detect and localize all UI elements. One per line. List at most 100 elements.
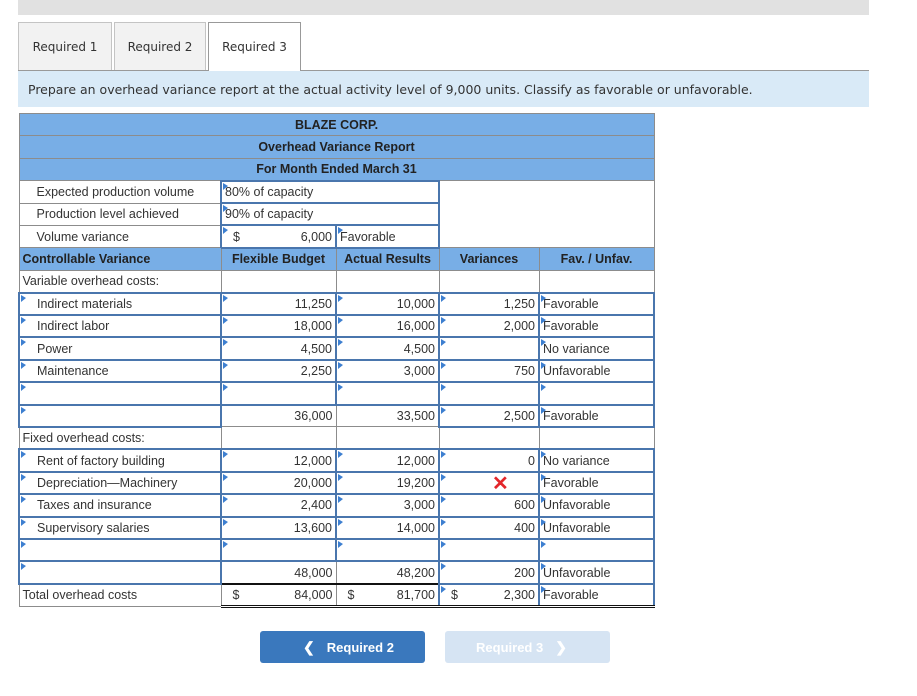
actual-results-input[interactable]: 3,000: [335, 358, 440, 384]
variance-input[interactable]: 2,500: [438, 403, 540, 428]
line-label-input[interactable]: Depreciation—Machinery: [18, 470, 222, 496]
flexible-budget-input[interactable]: 18,000: [220, 313, 337, 339]
variance-input[interactable]: 600: [438, 493, 540, 518]
table-row: Indirect labor 18,000 16,000 2,000 Favorable: [18, 313, 655, 339]
variance-input[interactable]: ✕: [438, 470, 540, 496]
fav-unfav-input[interactable]: No variance: [538, 336, 655, 361]
line-label-input[interactable]: Rent of factory building: [18, 448, 222, 473]
flexible-budget-input: 48,000: [220, 560, 337, 585]
section-controllable-variance: Controllable Variance: [18, 247, 222, 271]
expected-volume-input[interactable]: 80% of capacity: [220, 179, 440, 205]
flexible-budget-input[interactable]: 2,250: [220, 358, 337, 384]
fav-unfav-input[interactable]: Favorable: [538, 313, 655, 339]
volume-variance-amount-input[interactable]: $6,000: [220, 224, 337, 249]
line-label-input[interactable]: Supervisory salaries: [18, 515, 222, 540]
flexible-budget-input[interactable]: [220, 381, 337, 406]
actual-results-input[interactable]: 16,000: [335, 313, 440, 339]
actual-results-input[interactable]: 14,000: [335, 515, 440, 540]
blank-area: [438, 180, 655, 248]
variable-total-row: 36,000 33,500 2,500 Favorable: [18, 403, 655, 428]
achieved-level-label: Production level achieved: [18, 202, 222, 226]
table-row: Supervisory salaries 13,600 14,000 400 Unfav…: [18, 515, 655, 540]
column-actual-results: Actual Results: [335, 247, 440, 271]
previous-required-2-button[interactable]: ❮ Required 2: [260, 631, 425, 663]
variance-input[interactable]: [438, 336, 540, 361]
fav-unfav-input[interactable]: Unfavorable: [538, 515, 655, 540]
previous-button-label: Required 2: [326, 639, 394, 655]
variance-input[interactable]: 200: [438, 560, 540, 585]
table-row: [18, 537, 655, 563]
empty-cell: [538, 426, 655, 450]
amount: 81,700: [396, 587, 435, 602]
empty-cell: [538, 269, 655, 294]
variance-input[interactable]: 750: [438, 358, 540, 384]
volume-variance-class-input[interactable]: Favorable: [335, 224, 440, 249]
variance-input[interactable]: [438, 537, 540, 563]
variance-input[interactable]: 2,000: [438, 313, 540, 339]
line-label-input[interactable]: [18, 560, 222, 585]
fav-unfav-input[interactable]: No variance: [538, 448, 655, 473]
actual-results-input[interactable]: 4,500: [335, 336, 440, 361]
flexible-budget-input[interactable]: 2,400: [220, 493, 337, 518]
flexible-budget-input[interactable]: 12,000: [220, 448, 337, 473]
flexible-budget-input[interactable]: 11,250: [220, 291, 337, 317]
actual-results-input[interactable]: 3,000: [335, 493, 440, 518]
actual-results-input[interactable]: 10,000: [335, 291, 440, 317]
line-label-input[interactable]: [18, 381, 222, 406]
tab-required-3[interactable]: Required 3: [208, 22, 301, 71]
variance-input[interactable]: 400: [438, 515, 540, 540]
fixed-costs-heading-row: Fixed overhead costs:: [18, 425, 655, 450]
fav-unfav-input[interactable]: Unfavorable: [538, 358, 655, 384]
line-label-input[interactable]: [18, 403, 222, 428]
variance-input[interactable]: 0: [438, 448, 540, 473]
variance-input[interactable]: 1,250: [438, 291, 540, 317]
table-row: Rent of factory building 12,000 12,000 0 No …: [18, 448, 655, 473]
empty-cell: [335, 426, 440, 450]
flexible-budget-input[interactable]: 20,000: [220, 470, 337, 496]
next-button-label: Required 3: [476, 639, 544, 655]
achieved-level-input[interactable]: 90% of capacity: [220, 202, 440, 227]
fav-unfav-input[interactable]: Favorable: [538, 291, 655, 317]
currency-symbol: $: [232, 587, 240, 602]
total-variance-input[interactable]: $2,300: [438, 582, 540, 608]
tab-required-1[interactable]: Required 1: [18, 22, 112, 70]
empty-cell: [438, 269, 540, 294]
chevron-left-icon: ❮: [303, 638, 315, 655]
currency-symbol: $: [451, 587, 458, 602]
flexible-budget-input: 36,000: [220, 403, 337, 428]
line-label-input[interactable]: Indirect materials: [18, 291, 222, 317]
actual-results-input[interactable]: [335, 381, 440, 406]
total-fav-unfav-input[interactable]: Favorable: [538, 582, 655, 608]
flexible-budget-input[interactable]: 4,500: [220, 336, 337, 361]
tab-required-2[interactable]: Required 2: [114, 22, 206, 70]
variance-input[interactable]: [438, 381, 540, 406]
top-bar: [18, 0, 869, 15]
report-title: Overhead Variance Report: [18, 135, 655, 159]
actual-results-input[interactable]: 12,000: [335, 448, 440, 473]
company-name: BLAZE CORP.: [18, 112, 655, 137]
empty-cell: [438, 426, 540, 450]
fav-unfav-input[interactable]: Favorable: [538, 470, 655, 496]
flexible-budget-input[interactable]: 13,600: [220, 515, 337, 540]
fav-unfav-input[interactable]: Unfavorable: [538, 560, 655, 585]
fav-unfav-input[interactable]: Favorable: [538, 403, 655, 428]
line-label-input[interactable]: [18, 537, 222, 563]
line-label-input[interactable]: Indirect labor: [18, 313, 222, 339]
table-row: Taxes and insurance 2,400 3,000 600 Unfavora…: [18, 493, 655, 518]
actual-results-input[interactable]: [335, 537, 440, 563]
volume-variance-label: Volume variance: [18, 224, 222, 249]
flexible-budget-input[interactable]: [220, 537, 337, 563]
fav-unfav-input[interactable]: Unfavorable: [538, 493, 655, 518]
actual-results-input[interactable]: 19,200: [335, 470, 440, 496]
line-label-input[interactable]: Power: [18, 336, 222, 361]
tab-bar: Required 1 Required 2 Required 3: [18, 22, 303, 71]
fav-unfav-input[interactable]: [538, 381, 655, 406]
next-required-3-button[interactable]: Required 3 ❯: [445, 631, 610, 663]
fav-unfav-input[interactable]: [538, 537, 655, 563]
fixed-total-row: 48,000 48,200 200 Unfavorable: [18, 560, 655, 585]
incorrect-mark-icon: ✕: [492, 472, 509, 495]
actual-results-input: 48,200: [335, 560, 440, 585]
line-label-input[interactable]: Maintenance: [18, 358, 222, 384]
line-label-input[interactable]: Taxes and insurance: [18, 493, 222, 518]
amount: 2,300: [503, 587, 535, 602]
